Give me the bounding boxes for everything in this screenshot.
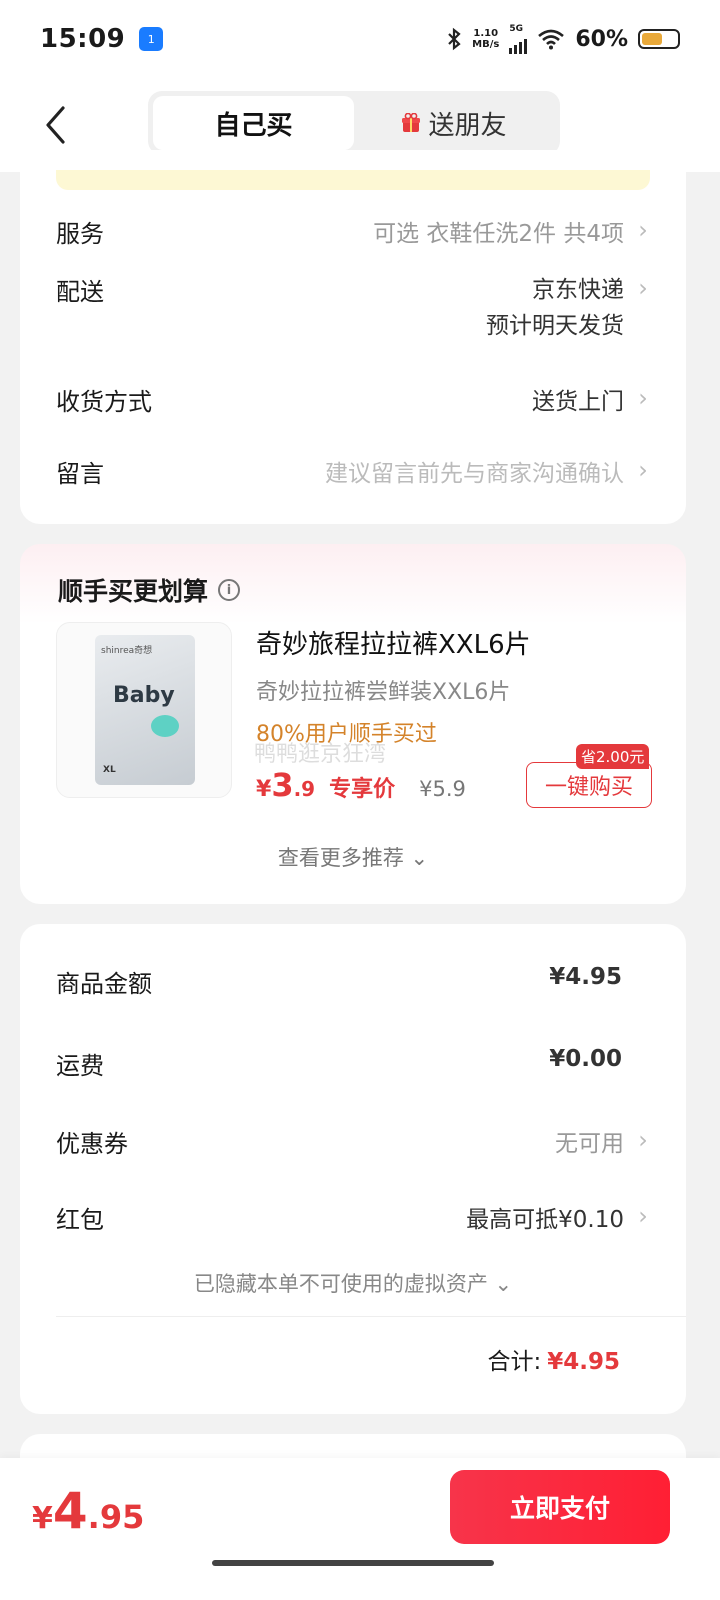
hidden-assets-toggle[interactable]: 已隐藏本单不可使用的虚拟资产 ⌄ xyxy=(20,1268,686,1298)
bluetooth-icon xyxy=(448,27,461,51)
more-recommendations-link[interactable]: 查看更多推荐 ⌄ xyxy=(20,842,686,872)
home-indicator[interactable] xyxy=(212,1560,494,1566)
notice-strip xyxy=(56,170,650,190)
delivery-label: 配送 xyxy=(56,278,104,306)
package-brand: shinrea奇想 xyxy=(101,646,153,656)
divider xyxy=(56,1316,686,1317)
total-value: ¥4.95 xyxy=(547,1349,620,1375)
exclusive-price-label: 专享价 xyxy=(329,777,396,802)
gift-icon xyxy=(402,113,421,132)
net-speed-value: 1.10 xyxy=(473,28,499,39)
upsell-title: 顺手买更划算 i xyxy=(58,572,241,608)
red-packet-value: 最高可抵¥0.10 xyxy=(466,1207,624,1233)
network-type: 5G xyxy=(509,23,523,34)
wifi-icon xyxy=(538,29,565,50)
back-button[interactable] xyxy=(40,100,70,150)
tab-send-to-friend[interactable]: 送朋友 xyxy=(354,96,555,150)
red-packet-label: 红包 xyxy=(56,1206,104,1234)
net-speed-unit: MB/s xyxy=(472,39,500,50)
price-currency: ¥ xyxy=(256,777,272,802)
chevron-right-icon: › xyxy=(638,384,648,412)
tab-send-to-friend-label: 送朋友 xyxy=(428,110,507,141)
delivery-row[interactable]: 配送 京东快递 预计明天发货 › xyxy=(56,272,650,344)
checkout-price: ¥ 4 .95 xyxy=(32,1482,144,1540)
chevron-left-icon xyxy=(46,106,65,144)
chevron-right-icon: › xyxy=(638,1202,648,1230)
delivery-value: 京东快递 预计明天发货 xyxy=(486,272,624,344)
order-total: 合计: ¥4.95 xyxy=(487,1342,620,1376)
package-word: Baby xyxy=(113,683,175,708)
pay-now-button[interactable]: 立即支付 xyxy=(450,1470,670,1544)
upsell-title-text: 顺手买更划算 xyxy=(58,577,209,606)
chevron-right-icon: › xyxy=(638,456,648,484)
status-bar: 15:09 1 1.10 MB/s 5G 60% xyxy=(0,0,720,78)
coupon-value: 无可用 xyxy=(555,1131,624,1157)
watermark-text: 鸭鸭逛京狂湾 xyxy=(254,742,387,767)
order-options-card: 服务 可选 衣鞋任洗2件 共4项 › 配送 京东快递 预计明天发货 › 收货方式… xyxy=(20,150,686,524)
savings-badge: 省2.00元 xyxy=(576,744,650,769)
receive-method-label: 收货方式 xyxy=(56,388,152,416)
checkout-currency: ¥ xyxy=(32,1501,53,1536)
price-integer: 3 xyxy=(271,766,294,804)
shipping-label: 运费 xyxy=(56,1052,104,1080)
one-click-buy-label: 一键购买 xyxy=(544,775,633,800)
delivery-eta: 预计明天发货 xyxy=(486,313,624,339)
pay-now-label: 立即支付 xyxy=(509,1494,610,1523)
package-size: XL xyxy=(103,765,116,775)
checkout-price-decimal: .95 xyxy=(87,1498,145,1536)
receive-method-row[interactable]: 收货方式 送货上门 › xyxy=(56,382,650,417)
service-label: 服务 xyxy=(56,220,104,248)
chevron-right-icon: › xyxy=(638,1126,648,1154)
chevron-right-icon: › xyxy=(638,216,648,244)
receive-method-value: 送货上门 xyxy=(532,389,624,415)
service-value: 可选 衣鞋任洗2件 共4项 xyxy=(373,221,624,247)
message-label: 留言 xyxy=(56,460,104,488)
goods-amount-row: 商品金额 ¥4.95 xyxy=(56,964,650,999)
status-time: 15:09 xyxy=(40,24,126,54)
product-subtitle: 奇妙拉拉裤尝鲜装XXL6片 xyxy=(256,680,511,705)
product-name[interactable]: 奇妙旅程拉拉裤XXL6片 xyxy=(256,624,531,661)
service-row[interactable]: 服务 可选 衣鞋任洗2件 共4项 › xyxy=(56,214,650,249)
delivery-method: 京东快递 xyxy=(532,277,624,303)
info-icon[interactable]: i xyxy=(218,579,241,601)
tab-buy-for-self-label: 自己买 xyxy=(214,110,293,141)
notification-app-badge-text: 1 xyxy=(147,32,155,46)
message-input[interactable]: 建议留言前先与商家沟通确认 xyxy=(325,454,624,489)
product-price: ¥ 3 .9 专享价 ¥5.9 xyxy=(256,766,466,804)
battery-percent: 60% xyxy=(575,26,628,52)
status-indicators: 1.10 MB/s 5G 60% xyxy=(446,23,680,54)
upsell-card: 顺手买更划算 i shinrea奇想 Baby XL 奇妙旅程拉拉裤XXL6片 … xyxy=(20,544,686,904)
product-image[interactable]: shinrea奇想 Baby XL xyxy=(56,622,232,798)
coupon-row[interactable]: 优惠券 无可用 › xyxy=(56,1124,650,1159)
purchase-mode-switch: 自己买 送朋友 xyxy=(148,91,560,155)
goods-amount-label: 商品金额 xyxy=(56,970,152,998)
shipping-value: ¥0.00 xyxy=(549,1046,622,1072)
checkout-price-integer: 4 xyxy=(52,1482,88,1540)
tab-buy-for-self[interactable]: 自己买 xyxy=(153,96,354,150)
goods-amount-value: ¥4.95 xyxy=(549,964,622,990)
notification-app-icon: 1 xyxy=(139,27,164,51)
total-label: 合计: xyxy=(487,1349,542,1375)
package-mascot xyxy=(151,715,179,737)
checkout-bar: ¥ 4 .95 立即支付 xyxy=(0,1458,720,1600)
chevron-right-icon: › xyxy=(638,274,648,302)
battery-icon xyxy=(638,29,680,49)
price-decimal: .9 xyxy=(293,777,316,801)
price-summary-card: 商品金额 ¥4.95 运费 ¥0.00 优惠券 无可用 › 红包 最高可抵¥0.… xyxy=(20,924,686,1414)
diaper-package-graphic: shinrea奇想 Baby XL xyxy=(95,635,195,785)
red-packet-row[interactable]: 红包 最高可抵¥0.10 › xyxy=(56,1200,650,1235)
message-row[interactable]: 留言 建议留言前先与商家沟通确认 › xyxy=(56,454,650,489)
coupon-label: 优惠券 xyxy=(56,1130,128,1158)
original-price: ¥5.9 xyxy=(419,777,466,801)
cell-signal-icon xyxy=(509,34,528,54)
net-speed: 1.10 MB/s xyxy=(472,28,499,50)
shipping-row: 运费 ¥0.00 xyxy=(56,1046,650,1081)
